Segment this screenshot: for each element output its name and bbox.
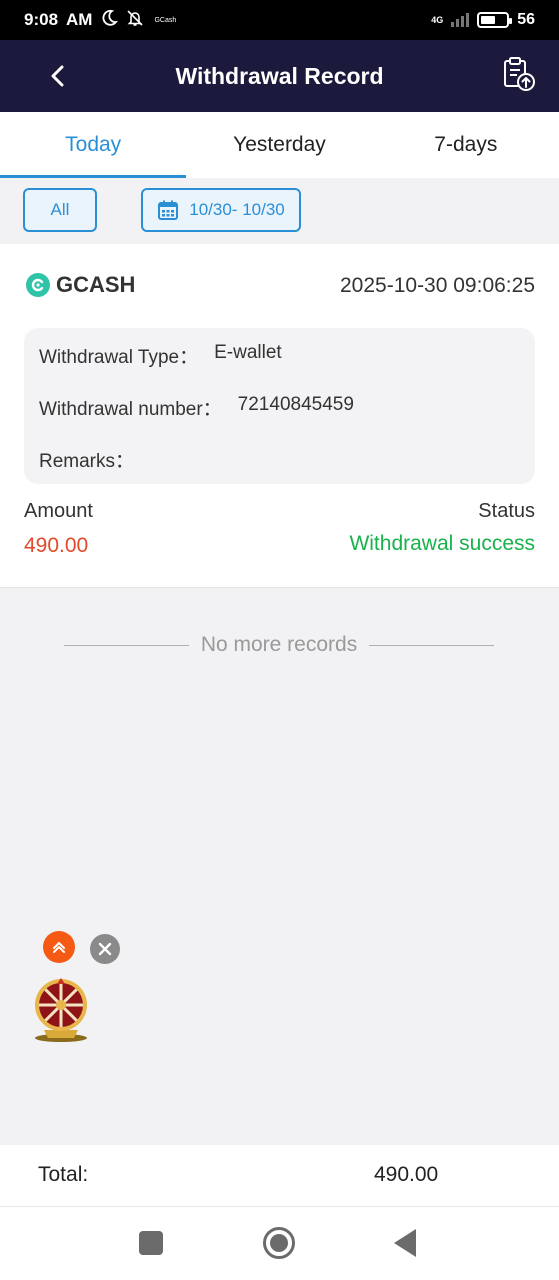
app-header: Withdrawal Record <box>0 40 559 112</box>
detail-withdrawal-number: Withdrawal number： 72140845459 <box>39 394 354 421</box>
gcash-logo-icon <box>26 273 50 297</box>
status-left: 9:08 AM GCash <box>24 9 176 32</box>
amount-value: 490.00 <box>24 534 89 557</box>
moon-icon <box>100 9 119 32</box>
filter-all-button[interactable]: All <box>23 188 97 232</box>
withdrawal-record-card[interactable]: GCASH 2025-10-30 09:06:25 Withdrawal Typ… <box>0 244 559 588</box>
date-tabs: Today Yesterday 7-days <box>0 112 559 178</box>
home-circle-icon[interactable] <box>263 1227 295 1259</box>
detail-value: E-wallet <box>214 342 282 363</box>
status-time: 9:08 <box>24 10 59 29</box>
total-value: 490.00 <box>374 1163 439 1186</box>
records-upload-button[interactable] <box>499 54 539 94</box>
tab-yesterday[interactable]: Yesterday <box>186 112 372 178</box>
list-end-indicator: No more records <box>64 630 495 660</box>
date-range-label: 10/30- 10/30 <box>189 200 285 219</box>
total-label: Total: <box>38 1163 89 1186</box>
status-bar: 9:08 AM GCash 4G 56 <box>0 0 559 40</box>
battery-level: 56 <box>517 11 535 28</box>
divider <box>369 644 495 646</box>
detail-label: Remarks： <box>39 451 135 472</box>
page-title: Withdrawal Record <box>175 62 384 89</box>
battery-icon <box>477 12 513 28</box>
status-label: Status <box>478 500 535 522</box>
amount-label: Amount <box>24 500 93 522</box>
expand-widget-button[interactable] <box>43 931 75 963</box>
status-value: Withdrawal success <box>349 532 535 555</box>
status-right: 4G 56 <box>431 11 535 29</box>
notification-app-label: GCash <box>154 16 177 24</box>
detail-remarks: Remarks： <box>39 446 150 473</box>
total-bar: Total: 490.00 <box>0 1145 559 1207</box>
detail-value: 72140845459 <box>237 394 354 415</box>
divider <box>64 644 189 646</box>
signal-icon <box>451 13 470 27</box>
calendar-icon <box>158 200 179 220</box>
detail-label: Withdrawal number： <box>39 399 222 420</box>
tab-today[interactable]: Today <box>0 112 187 178</box>
bell-off-icon <box>126 9 144 32</box>
payment-method: GCASH <box>26 272 135 298</box>
system-nav-bar <box>0 1207 559 1280</box>
close-widget-button[interactable] <box>90 934 120 964</box>
close-icon <box>98 942 112 956</box>
chevron-left-icon <box>51 65 64 87</box>
network-type: 4G <box>431 14 444 25</box>
lucky-wheel-widget[interactable] <box>30 976 92 1044</box>
detail-label: Withdrawal Type： <box>39 347 199 368</box>
detail-withdrawal-type: Withdrawal Type： E-wallet <box>39 342 282 369</box>
status-am-pm: AM <box>66 10 93 29</box>
double-chevron-up-icon <box>53 942 65 953</box>
record-details: Withdrawal Type： E-wallet Withdrawal num… <box>24 328 535 484</box>
prize-wheel-icon <box>35 978 87 1042</box>
record-datetime: 2025-10-30 09:06:25 <box>340 274 535 297</box>
filter-bar: All 10/30- 10/30 <box>0 178 559 244</box>
back-button[interactable] <box>40 58 76 94</box>
date-range-button[interactable]: 10/30- 10/30 <box>141 188 301 232</box>
clipboard-upload-icon <box>504 57 535 91</box>
back-triangle-icon[interactable] <box>394 1229 416 1257</box>
no-more-records-text: No more records <box>200 633 358 656</box>
recents-square-icon[interactable] <box>139 1231 163 1255</box>
payment-method-name: GCASH <box>56 272 136 297</box>
tab-7-days[interactable]: 7-days <box>373 112 559 178</box>
